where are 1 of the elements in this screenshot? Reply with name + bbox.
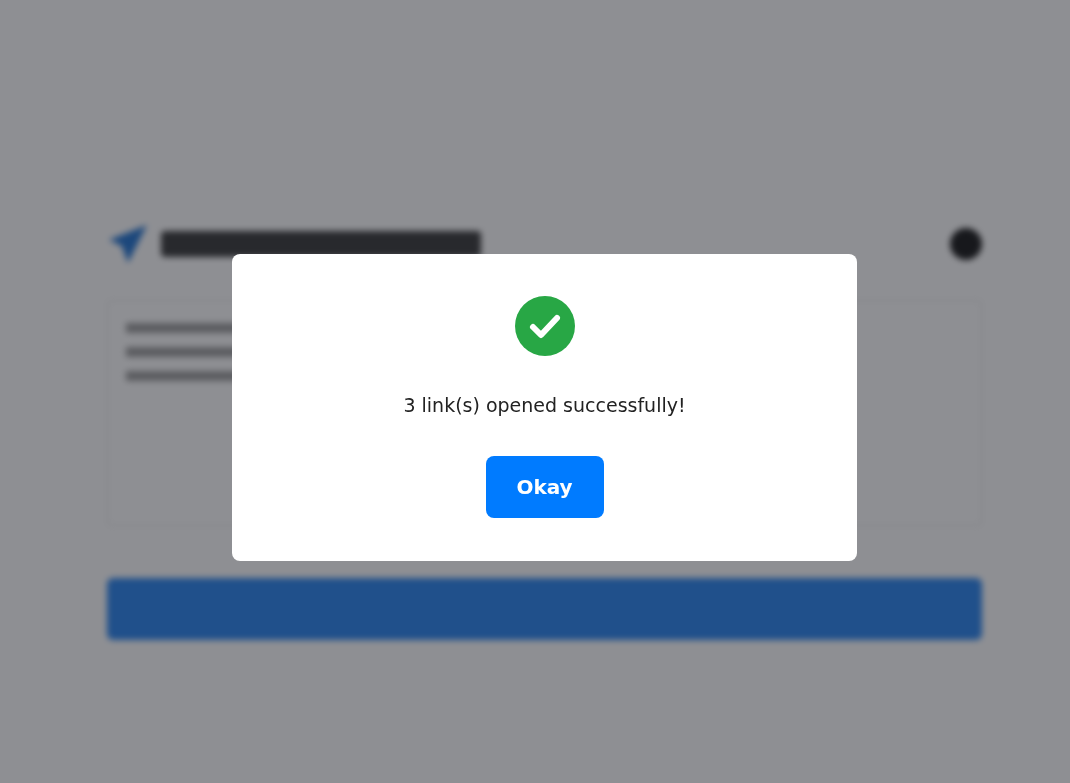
dialog-message: 3 link(s) opened successfully! <box>403 394 686 416</box>
